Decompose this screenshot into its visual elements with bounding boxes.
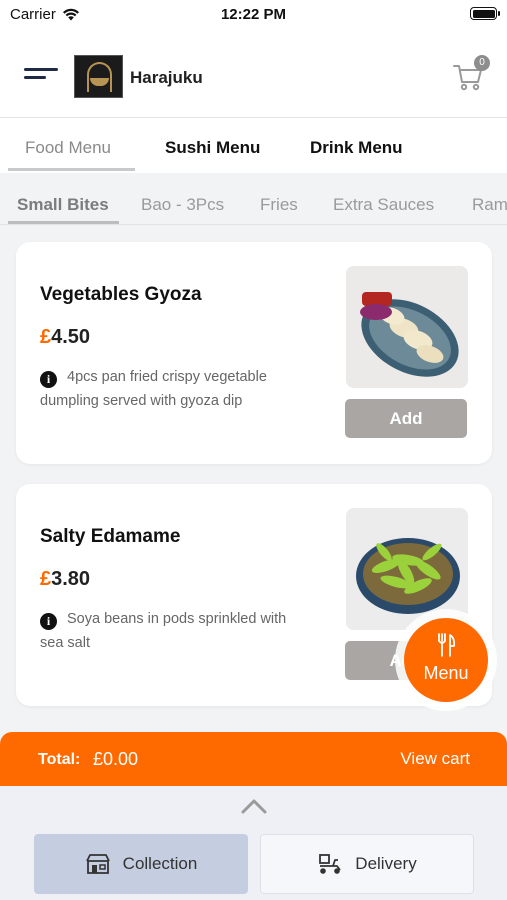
delivery-label: Delivery bbox=[355, 854, 417, 873]
price-value: 4.50 bbox=[51, 326, 91, 348]
item-description: i Soya beans in pods sprinkled with sea s… bbox=[40, 607, 310, 655]
chevron-up-icon[interactable] bbox=[241, 798, 267, 814]
tab-food-menu[interactable]: Food Menu bbox=[25, 138, 111, 158]
item-price: £3.80 bbox=[40, 568, 90, 591]
menu-fab-button[interactable]: Menu bbox=[404, 618, 488, 702]
gyoza-photo bbox=[346, 266, 468, 388]
restaurant-name: Harajuku bbox=[130, 68, 203, 87]
clock: 12:22 PM bbox=[220, 6, 287, 23]
category-small-bites[interactable]: Small Bites bbox=[17, 195, 109, 215]
cart-count-badge: 0 bbox=[474, 55, 490, 71]
total-label: Total: bbox=[38, 751, 81, 768]
view-cart-link[interactable]: View cart bbox=[400, 749, 470, 769]
fork-knife-icon bbox=[438, 633, 456, 657]
currency-symbol: £ bbox=[40, 326, 52, 348]
main-menu-tabs: Food Menu Sushi Menu Drink Menu bbox=[0, 118, 507, 173]
total-bar: Total: £0.00 View cart bbox=[0, 732, 507, 786]
shop-icon bbox=[85, 854, 110, 874]
category-extra-sauces[interactable]: Extra Sauces bbox=[333, 195, 434, 215]
currency-symbol: £ bbox=[40, 568, 52, 590]
order-mode-sheet: Collection Delivery bbox=[0, 786, 507, 900]
item-name: Salty Edamame bbox=[40, 526, 181, 547]
description-text: 4pcs pan fried crispy vegetable dumpling… bbox=[40, 369, 267, 409]
active-tab-indicator bbox=[8, 168, 135, 171]
restaurant-logo bbox=[74, 55, 123, 98]
price-value: 3.80 bbox=[51, 568, 91, 590]
item-description: i 4pcs pan fried crispy vegetable dumplin… bbox=[40, 365, 310, 413]
cart-button[interactable]: 0 bbox=[452, 55, 490, 94]
description-text: Soya beans in pods sprinkled with sea sa… bbox=[40, 611, 287, 651]
add-button[interactable]: Add bbox=[345, 399, 467, 438]
menu-item-card: Vegetables Gyoza £4.50 i 4pcs pan fried c… bbox=[16, 242, 492, 464]
battery-icon bbox=[470, 7, 500, 20]
item-price: £4.50 bbox=[40, 326, 90, 349]
info-icon[interactable]: i bbox=[40, 371, 57, 388]
total-amount: £0.00 bbox=[93, 749, 139, 769]
info-icon[interactable]: i bbox=[40, 613, 57, 630]
app-header: Harajuku 0 bbox=[0, 34, 507, 118]
menu-fab-label: Menu bbox=[423, 663, 469, 683]
category-fries[interactable]: Fries bbox=[260, 195, 298, 215]
tab-sushi-menu[interactable]: Sushi Menu bbox=[165, 138, 260, 158]
category-tabs: Small Bites Bao - 3Pcs Fries Extra Sauce… bbox=[0, 173, 507, 225]
active-category-indicator bbox=[8, 221, 119, 224]
collection-label: Collection bbox=[122, 854, 198, 873]
delivery-scooter-icon bbox=[319, 854, 342, 874]
category-bao[interactable]: Bao - 3Pcs bbox=[141, 195, 224, 215]
collection-button[interactable]: Collection bbox=[34, 834, 248, 894]
item-name: Vegetables Gyoza bbox=[40, 284, 202, 305]
status-bar: Carrier 12:22 PM bbox=[0, 0, 507, 34]
tab-drink-menu[interactable]: Drink Menu bbox=[310, 138, 403, 158]
edamame-photo bbox=[346, 508, 468, 630]
hamburger-menu-icon[interactable] bbox=[24, 68, 58, 84]
category-ramen[interactable]: Ram bbox=[472, 195, 507, 215]
delivery-button[interactable]: Delivery bbox=[260, 834, 474, 894]
